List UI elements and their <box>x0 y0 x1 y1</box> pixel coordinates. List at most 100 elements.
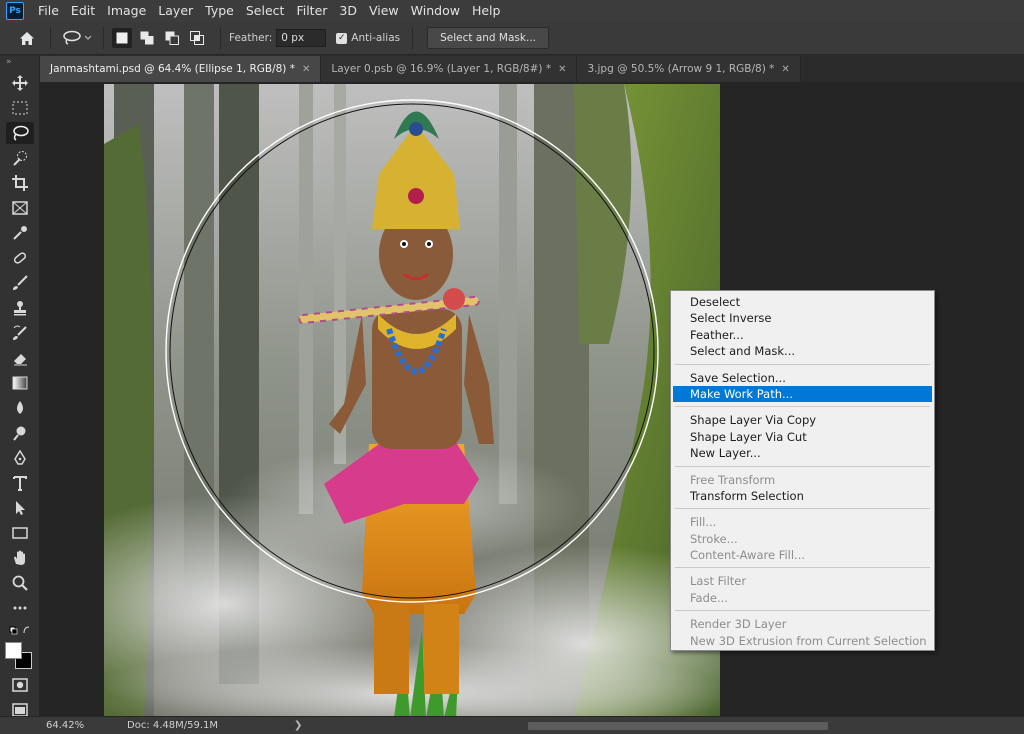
quick-mask-mode[interactable] <box>0 672 40 697</box>
blur-tool[interactable] <box>0 395 40 420</box>
menu-layer[interactable]: Layer <box>152 0 199 22</box>
pen-tool[interactable] <box>0 445 40 470</box>
menu-file[interactable]: File <box>32 0 65 22</box>
menu-item-shape-layer-via-cut[interactable]: Shape Layer Via Cut <box>673 429 932 445</box>
close-icon[interactable]: ✕ <box>558 64 566 75</box>
tab-label: 3.jpg @ 50.5% (Arrow 9 1, RGB/8) * <box>587 63 775 75</box>
hand-tool[interactable] <box>0 545 40 570</box>
menu-item-feather[interactable]: Feather... <box>673 327 932 343</box>
document-image <box>104 84 720 716</box>
tab-layer0[interactable]: Layer 0.psb @ 16.9% (Layer 1, RGB/8#) * ✕ <box>321 56 578 82</box>
more-dots-icon <box>6 597 34 619</box>
menu-item-select-inverse[interactable]: Select Inverse <box>673 310 932 326</box>
eyedropper-tool[interactable] <box>0 220 40 245</box>
menu-item-free-transform[interactable]: Free Transform <box>673 472 932 488</box>
menu-item-fill[interactable]: Fill... <box>673 514 932 530</box>
blur-icon <box>6 397 34 419</box>
divider <box>412 27 414 49</box>
menu-filter[interactable]: Filter <box>290 0 333 22</box>
menu-window[interactable]: Window <box>405 0 466 22</box>
close-icon[interactable]: ✕ <box>781 64 789 75</box>
menu-separator <box>675 508 930 510</box>
menu-item-last-filter[interactable]: Last Filter <box>673 573 932 589</box>
menu-item-make-work-path[interactable]: Make Work Path... <box>673 385 932 403</box>
menu-bar: Ps File Edit Image Layer Type Select Fil… <box>0 0 1024 22</box>
edit-toolbar[interactable] <box>0 595 40 620</box>
select-and-mask-button[interactable]: Select and Mask... <box>427 27 549 49</box>
crop-icon <box>6 172 34 194</box>
menu-item-save-selection[interactable]: Save Selection... <box>673 370 932 386</box>
color-swatches[interactable] <box>0 640 40 672</box>
healing-brush-tool[interactable] <box>0 245 40 270</box>
move-tool[interactable] <box>0 70 40 95</box>
clone-stamp-tool[interactable] <box>0 295 40 320</box>
menu-item-stroke[interactable]: Stroke... <box>673 531 932 547</box>
feather-input[interactable] <box>276 29 327 47</box>
collapse-panel-icon[interactable]: » <box>0 56 39 70</box>
menu-select[interactable]: Select <box>240 0 291 22</box>
type-tool[interactable] <box>0 470 40 495</box>
menu-item-shape-layer-via-copy[interactable]: Shape Layer Via Copy <box>673 412 932 428</box>
menu-item-select-and-mask[interactable]: Select and Mask... <box>673 343 932 359</box>
scrollbar-thumb[interactable] <box>528 722 828 730</box>
brush-tool[interactable] <box>0 270 40 295</box>
dodge-tool[interactable] <box>0 420 40 445</box>
menu-separator <box>675 406 930 408</box>
bandage-icon <box>6 247 34 269</box>
menu-item-deselect[interactable]: Deselect <box>673 294 932 310</box>
options-bar: Feather: ✓ Anti-alias Select and Mask... <box>0 22 1024 55</box>
quick-selection-tool[interactable] <box>0 145 40 170</box>
menu-edit[interactable]: Edit <box>65 0 101 22</box>
move-icon <box>6 72 34 94</box>
document-canvas[interactable] <box>104 84 720 716</box>
status-bar: 64.42% Doc: 4.48M/59.1M ❯ <box>0 716 1024 734</box>
menu-3d[interactable]: 3D <box>333 0 363 22</box>
menu-item-new-3d-extrusion[interactable]: New 3D Extrusion from Current Selection <box>673 633 932 649</box>
menu-help[interactable]: Help <box>466 0 507 22</box>
menu-view[interactable]: View <box>363 0 405 22</box>
antialias-checkbox[interactable]: ✓ <box>336 32 348 44</box>
zoom-tool[interactable] <box>0 570 40 595</box>
intersect-selection-icon[interactable] <box>187 28 207 48</box>
path-selection-tool[interactable] <box>0 495 40 520</box>
rectangle-icon <box>6 522 34 544</box>
feather-label: Feather: <box>229 32 273 44</box>
history-brush-tool[interactable] <box>0 320 40 345</box>
rectangle-tool[interactable] <box>0 520 40 545</box>
swap-colors[interactable] <box>0 620 40 640</box>
zoom-level[interactable]: 64.42% <box>0 720 84 731</box>
tab-3jpg[interactable]: 3.jpg @ 50.5% (Arrow 9 1, RGB/8) * ✕ <box>577 56 801 82</box>
menu-item-transform-selection[interactable]: Transform Selection <box>673 488 932 504</box>
eyedropper-icon <box>6 222 34 244</box>
menu-image[interactable]: Image <box>101 0 152 22</box>
lasso-tool[interactable] <box>0 120 40 145</box>
menu-item-content-aware-fill[interactable]: Content-Aware Fill... <box>673 547 932 563</box>
home-icon[interactable] <box>12 26 42 50</box>
quick-selection-icon <box>6 147 34 169</box>
crop-tool[interactable] <box>0 170 40 195</box>
eraser-tool[interactable] <box>0 345 40 370</box>
tab-janmashtami[interactable]: Janmashtami.psd @ 64.4% (Ellipse 1, RGB/… <box>40 56 322 82</box>
new-selection-icon[interactable] <box>112 28 132 48</box>
dodge-icon <box>6 422 34 444</box>
lasso-preset-icon[interactable] <box>59 26 95 50</box>
menu-separator <box>675 610 930 612</box>
menu-type[interactable]: Type <box>199 0 240 22</box>
marquee-tool[interactable] <box>0 95 40 120</box>
menu-item-new-layer[interactable]: New Layer... <box>673 445 932 461</box>
type-icon <box>6 472 34 494</box>
menu-item-fade[interactable]: Fade... <box>673 590 932 606</box>
tab-label: Layer 0.psb @ 16.9% (Layer 1, RGB/8#) * <box>331 63 552 75</box>
tab-label: Janmashtami.psd @ 64.4% (Ellipse 1, RGB/… <box>50 63 295 75</box>
gradient-tool[interactable] <box>0 370 40 395</box>
subtract-from-selection-icon[interactable] <box>162 28 182 48</box>
foreground-color-swatch[interactable] <box>5 642 22 659</box>
close-icon[interactable]: ✕ <box>302 64 310 75</box>
menu-item-render-3d-layer[interactable]: Render 3D Layer <box>673 616 932 632</box>
frame-tool[interactable] <box>0 195 40 220</box>
antialias-label: Anti-alias <box>351 32 401 44</box>
photoshop-logo-icon[interactable]: Ps <box>6 2 24 20</box>
pen-icon <box>6 447 34 469</box>
horizontal-scrollbar[interactable] <box>270 720 1010 732</box>
add-to-selection-icon[interactable] <box>137 28 157 48</box>
